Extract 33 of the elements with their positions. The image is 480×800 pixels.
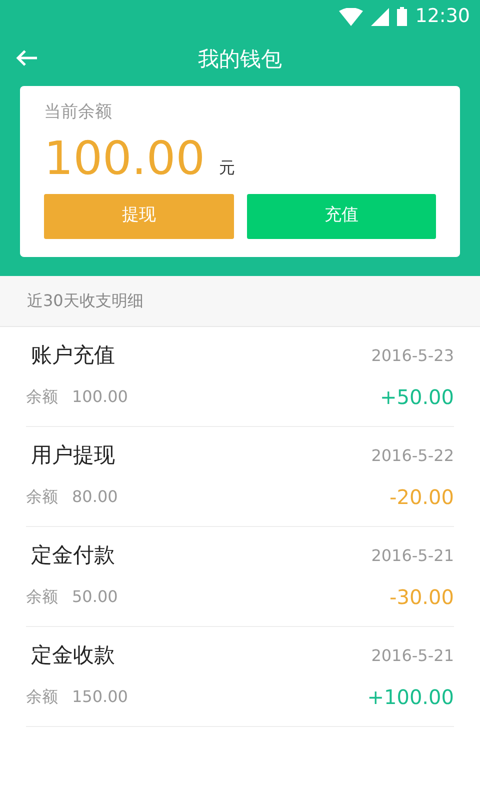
transaction-amount: -30.00 [390, 584, 454, 611]
transaction-amount: +50.00 [380, 384, 454, 411]
header-title: 我的钱包 [198, 46, 282, 73]
balance-value: 80.00 [72, 486, 118, 508]
signal-icon [371, 8, 390, 26]
transaction-title: 定金收款 [31, 642, 115, 670]
balance-caption: 余额 [26, 386, 58, 408]
transaction-row[interactable]: 用户提现 2016-5-22 余额 80.00 -20.00 [26, 426, 454, 526]
battery-icon [397, 7, 408, 26]
transaction-date: 2016-5-23 [371, 345, 454, 367]
transaction-row[interactable]: 定金收款 2016-5-21 余额 150.00 +100.00 [26, 626, 454, 726]
balance-caption: 余额 [26, 586, 58, 608]
transaction-amount: +100.00 [367, 684, 454, 711]
status-time: 12:30 [415, 4, 470, 30]
balance-caption: 余额 [26, 686, 58, 708]
section-title: 近30天收支明细 [27, 290, 144, 312]
balance-label: 当前余额 [44, 101, 112, 124]
transaction-title: 账户充值 [31, 342, 115, 370]
balance-caption: 余额 [26, 486, 58, 508]
currency-unit: 元 [218, 156, 235, 178]
transaction-row[interactable]: 账户充值 2016-5-23 余额 100.00 +50.00 [26, 326, 454, 426]
balance-amount: 100.00 [44, 130, 205, 186]
transaction-row[interactable]: 定金付款 2016-5-21 余额 50.00 -30.00 [26, 526, 454, 626]
transaction-title: 用户提现 [31, 442, 115, 470]
transaction-date: 2016-5-21 [371, 645, 454, 667]
wifi-icon [339, 8, 364, 26]
transaction-date: 2016-5-22 [371, 445, 454, 467]
balance-value: 50.00 [72, 586, 118, 608]
transaction-title: 定金付款 [31, 542, 115, 570]
balance-value: 100.00 [72, 386, 128, 408]
balance-value: 150.00 [72, 686, 128, 708]
transaction-date: 2016-5-21 [371, 545, 454, 567]
transaction-amount: -20.00 [390, 484, 454, 511]
